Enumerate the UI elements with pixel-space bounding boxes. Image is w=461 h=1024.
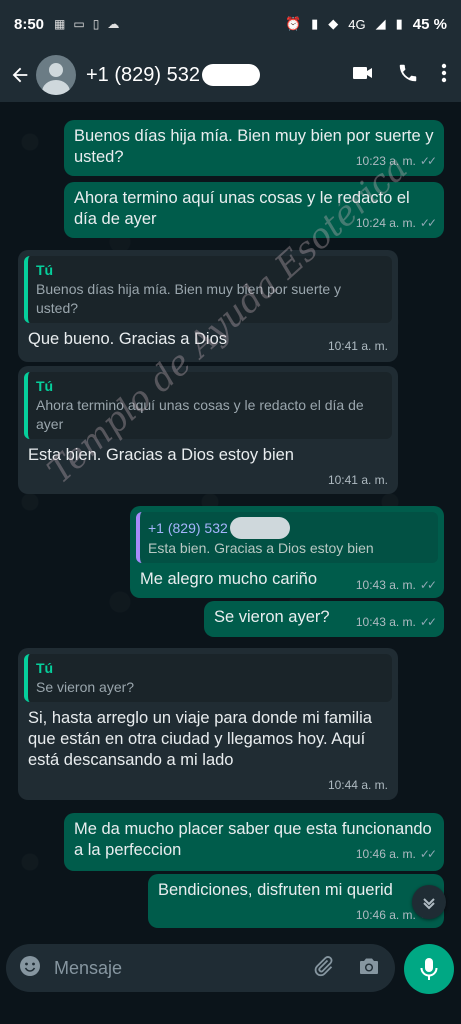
contact-number: +1 (829) 532 xyxy=(86,63,200,86)
message-time: 10:43 a. m. xyxy=(355,615,416,629)
network-label: 4G xyxy=(348,16,366,32)
status-right: ⏰ ▮ ◆ 4G ◢ ▮ 45 % xyxy=(285,16,447,33)
quote-author: Tú xyxy=(36,262,54,278)
quote-author: +1 (829) 532 xyxy=(148,517,430,539)
quote-text: Esta bien. Gracias a Dios estoy bien xyxy=(148,540,374,556)
wifi-icon: ◆ xyxy=(328,16,339,31)
quoted-message[interactable]: Tú Buenos días hija mía. Bien muy bien p… xyxy=(24,256,392,323)
cloud-icon: ☁ xyxy=(107,17,120,31)
message-bubble[interactable]: Tú Ahora termino aquí unas cosas y le re… xyxy=(18,366,398,494)
quote-text: Se vieron ayer? xyxy=(36,679,135,695)
message-bubble[interactable]: Tú Se vieron ayer? Si, hasta arreglo un … xyxy=(18,648,398,800)
message-time: 10:43 a. m. xyxy=(355,578,416,592)
avatar[interactable] xyxy=(36,55,76,95)
status-time: 8:50 xyxy=(14,15,45,33)
alarm-icon: ⏰ xyxy=(284,16,302,31)
status-bar: 8:50 ▦ ▭ ▯ ☁ ⏰ ▮ ◆ 4G ◢ ▮ 45 % xyxy=(0,0,461,48)
read-ticks-icon: ✓✓ xyxy=(419,615,437,629)
attach-icon[interactable] xyxy=(311,954,335,983)
read-ticks-icon: ✓✓ xyxy=(419,216,437,230)
battery-percent: 45 % xyxy=(412,15,447,33)
mic-icon xyxy=(420,958,438,980)
message-bubble[interactable]: Bendiciones, disfruten mi querid 10:46 a… xyxy=(148,874,444,928)
message-text: Esta bien. Gracias a Dios estoy bien xyxy=(28,446,294,464)
quote-text: Ahora termino aquí unas cosas y le redac… xyxy=(36,397,364,432)
message-time: 10:46 a. m. xyxy=(355,847,416,861)
read-ticks-icon: ✓✓ xyxy=(419,154,437,168)
chat-area[interactable]: Buenos días hija mía. Bien muy bien por … xyxy=(0,102,461,940)
message-time: 10:44 a. m. xyxy=(327,778,388,792)
notification-icons: ▦ ▭ ▯ ☁ xyxy=(54,17,119,31)
message-bubble[interactable]: +1 (829) 532 Esta bien. Gracias a Dios e… xyxy=(130,506,444,598)
redaction-mark xyxy=(201,64,260,86)
read-ticks-icon: ✓✓ xyxy=(419,578,437,592)
quoted-message[interactable]: +1 (829) 532 Esta bien. Gracias a Dios e… xyxy=(136,512,438,563)
back-arrow-icon[interactable] xyxy=(4,59,36,91)
video-call-icon[interactable] xyxy=(351,61,375,90)
phone-icon[interactable] xyxy=(397,62,419,89)
message-time: 10:23 a. m. xyxy=(355,154,416,168)
quoted-message[interactable]: Tú Se vieron ayer? xyxy=(24,654,392,702)
message-bubble[interactable]: Me da mucho placer saber que esta funcio… xyxy=(64,813,444,871)
header-actions xyxy=(351,61,447,90)
message-bubble[interactable]: Buenos días hija mía. Bien muy bien por … xyxy=(64,120,444,176)
quote-author: Tú xyxy=(36,378,54,394)
chevron-down-icon xyxy=(423,898,435,910)
signal-icon: ◢ xyxy=(375,16,386,31)
message-time: 10:24 a. m. xyxy=(355,216,416,230)
message-input[interactable]: Mensaje xyxy=(6,944,395,992)
message-bubble[interactable]: Se vieron ayer? 10:43 a. m. ✓✓ xyxy=(204,601,444,637)
more-vert-icon[interactable] xyxy=(441,63,447,88)
mic-button[interactable] xyxy=(404,944,454,994)
redaction-mark xyxy=(229,517,290,539)
message-time: 10:46 a. m. xyxy=(355,908,416,922)
message-bubble[interactable]: Tú Buenos días hija mía. Bien muy bien p… xyxy=(18,250,398,362)
battery-icon: ▮ xyxy=(395,16,403,31)
chat-header: +1 (829) 532 xyxy=(0,48,461,102)
contact-name[interactable]: +1 (829) 532 xyxy=(86,64,260,87)
message-text: Si, hasta arreglo un viaje para donde mi… xyxy=(28,709,372,769)
camera-icon[interactable] xyxy=(357,954,381,983)
read-ticks-icon: ✓✓ xyxy=(419,847,437,861)
gb-icon: ▭ xyxy=(73,17,85,31)
scroll-to-bottom-button[interactable] xyxy=(412,885,446,919)
message-placeholder: Mensaje xyxy=(54,957,123,978)
quote-text: Buenos días hija mía. Bien muy bien por … xyxy=(36,281,342,316)
message-text: Bendiciones, disfruten mi querid xyxy=(158,881,393,899)
message-time: 10:41 a. m. xyxy=(327,339,388,353)
emoji-icon[interactable] xyxy=(18,954,42,983)
composer: Mensaje xyxy=(0,940,461,1024)
message-time: 10:41 a. m. xyxy=(327,473,388,487)
vibrate-icon: ▮ xyxy=(311,16,319,31)
quoted-message[interactable]: Tú Ahora termino aquí unas cosas y le re… xyxy=(24,372,392,439)
lock-icon: ▯ xyxy=(92,17,100,31)
gallery-icon: ▦ xyxy=(54,17,66,31)
message-bubble[interactable]: Ahora termino aquí unas cosas y le redac… xyxy=(64,182,444,238)
quote-author: Tú xyxy=(36,660,54,676)
